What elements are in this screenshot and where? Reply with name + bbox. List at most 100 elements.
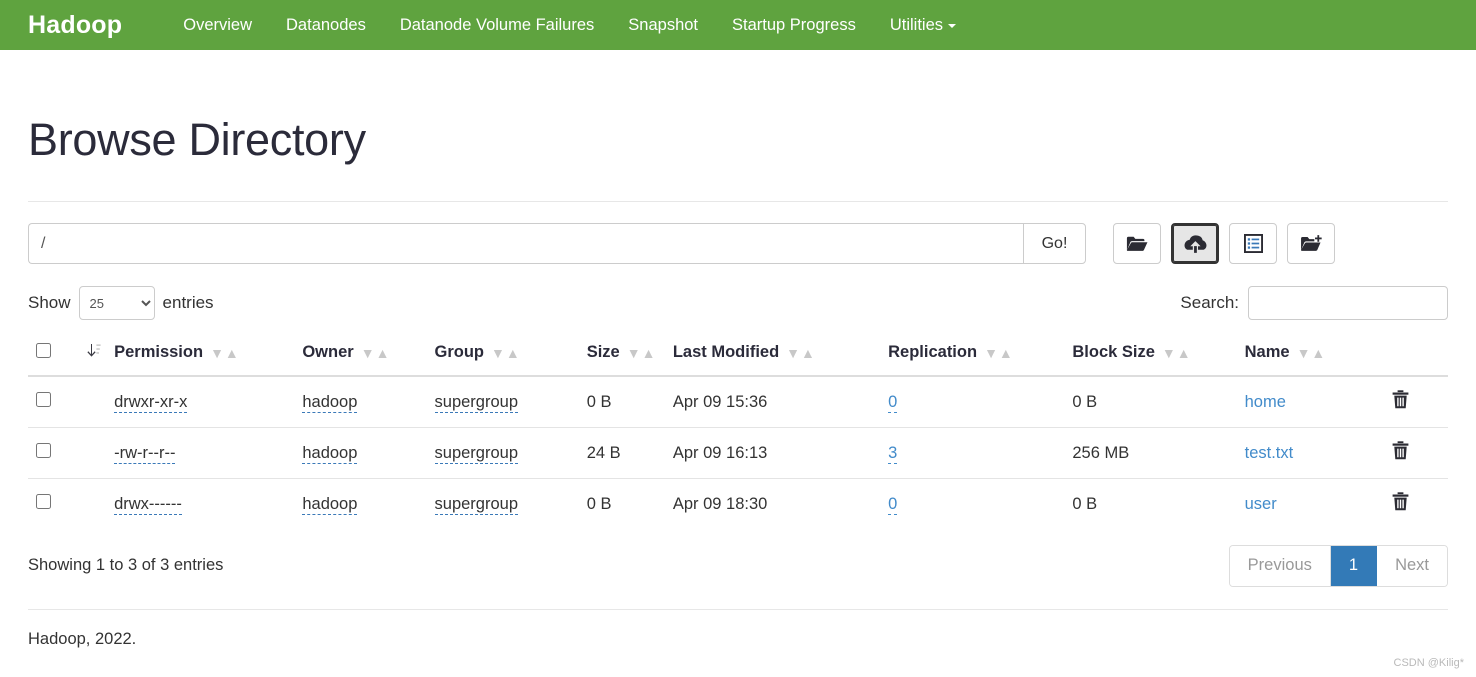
- page-root: Hadoop Overview Datanodes Datanode Volum…: [0, 0, 1476, 677]
- cell-name: user: [1236, 478, 1372, 530]
- sort-both-icon: ▼▲: [1161, 345, 1191, 362]
- permission-value[interactable]: -rw-r--r--: [114, 443, 176, 464]
- column-header-block-size[interactable]: Block Size ▼▲: [1064, 334, 1237, 378]
- upload-button[interactable]: [1171, 223, 1219, 265]
- sort-both-icon: ▼▲: [210, 345, 239, 362]
- file-name-link[interactable]: user: [1245, 495, 1277, 513]
- file-name-link[interactable]: home: [1245, 393, 1286, 411]
- footer-divider: [28, 608, 1448, 610]
- path-toolbar: Go!: [28, 223, 1448, 265]
- nav-item-datanodes[interactable]: Datanodes: [269, 0, 383, 50]
- owner-value[interactable]: hadoop: [302, 392, 358, 413]
- delete-row-button[interactable]: [1392, 441, 1409, 460]
- cell-last-modified: Apr 09 15:36: [672, 392, 768, 411]
- replication-value[interactable]: 0: [888, 392, 898, 413]
- new-folder-button[interactable]: [1287, 223, 1335, 265]
- cell-permission: drwx------: [106, 478, 295, 530]
- directory-table: Permission ▼▲ Owner ▼▲ Group ▼▲ Size ▼▲ Last…: [28, 334, 1448, 530]
- list-view-icon: [1243, 234, 1263, 254]
- table-header: Permission ▼▲ Owner ▼▲ Group ▼▲ Size ▼▲ Last…: [28, 334, 1448, 378]
- cell-owner: hadoop: [294, 478, 427, 530]
- nav-item-snapshot[interactable]: Snapshot: [611, 0, 715, 50]
- cell-size: 0 B: [586, 392, 612, 411]
- search-control: Search:: [1180, 286, 1448, 321]
- row-select-cell: [28, 478, 69, 530]
- file-name-link[interactable]: test.txt: [1245, 444, 1294, 462]
- copyright-text: Hadoop, 2022.: [28, 629, 137, 648]
- column-header-group[interactable]: Group ▼▲: [426, 334, 579, 378]
- cell-permission: drwxr-xr-x: [106, 376, 294, 428]
- open-folder-button[interactable]: [1113, 223, 1161, 265]
- permission-value[interactable]: drwxr-xr-x: [114, 392, 188, 413]
- select-all-header: [28, 334, 69, 378]
- pagination-next[interactable]: Next: [1377, 546, 1447, 586]
- nav-item-utilities[interactable]: Utilities: [873, 0, 973, 50]
- nav-item-startup-progress[interactable]: Startup Progress: [715, 0, 873, 50]
- column-header-name[interactable]: Name ▼▲: [1236, 334, 1372, 378]
- pagination-page-1[interactable]: 1: [1330, 546, 1378, 586]
- sort-order-header[interactable]: [68, 334, 107, 378]
- cell-delete: [1371, 427, 1448, 479]
- watermark: CSDN @Kilig*: [1393, 657, 1464, 669]
- table-controls: Show 25 50 100 entries Search:: [28, 286, 1448, 321]
- delete-row-button[interactable]: [1392, 492, 1409, 511]
- select-all-checkbox[interactable]: [36, 343, 51, 359]
- cell-size: 24 B: [578, 427, 665, 479]
- group-value[interactable]: supergroup: [434, 494, 518, 515]
- nav-item-overview[interactable]: Overview: [166, 0, 269, 50]
- cell-block-size: 256 MB: [1064, 427, 1237, 479]
- column-label: Owner: [302, 343, 354, 362]
- search-input[interactable]: [1248, 286, 1448, 321]
- replication-value[interactable]: 0: [888, 494, 898, 515]
- sort-both-icon: ▼▲: [984, 345, 1013, 362]
- pagination-previous[interactable]: Previous: [1229, 546, 1331, 586]
- table-row: drwxr-xr-x hadoop supergroup 0 B Apr 09 …: [28, 376, 1448, 428]
- row-checkbox[interactable]: [36, 494, 51, 510]
- main-container: Browse Directory Go!: [0, 116, 1476, 649]
- row-select-cell: [28, 376, 68, 428]
- cell-replication: 0: [880, 376, 1064, 428]
- group-value[interactable]: supergroup: [434, 392, 518, 413]
- show-label: Show: [28, 293, 71, 313]
- row-checkbox[interactable]: [36, 443, 51, 459]
- cell-size: 0 B: [578, 478, 665, 530]
- group-value[interactable]: supergroup: [434, 443, 518, 464]
- cell-block-size: 0 B: [1072, 392, 1098, 411]
- cell-owner: hadoop: [294, 427, 427, 479]
- cell-group: supergroup: [426, 427, 579, 479]
- trash-icon: [1392, 492, 1409, 514]
- sort-both-icon: ▼▲: [626, 345, 656, 362]
- owner-value[interactable]: hadoop: [302, 443, 358, 464]
- brand-logo[interactable]: Hadoop: [28, 0, 122, 50]
- column-label: Permission: [114, 343, 204, 362]
- cell-name: test.txt: [1236, 427, 1372, 479]
- column-header-last-modified[interactable]: Last Modified ▼▲: [664, 334, 881, 378]
- delete-row-button[interactable]: [1392, 390, 1409, 409]
- cell-replication: 3: [880, 427, 1065, 479]
- cell-group: supergroup: [427, 376, 579, 428]
- table-row: drwx------ hadoop supergroup 0 B Apr 09 …: [28, 478, 1448, 530]
- permission-value[interactable]: drwx------: [114, 494, 182, 515]
- go-button[interactable]: Go!: [1023, 223, 1086, 265]
- column-label: Last Modified: [672, 343, 780, 362]
- cell-permission: -rw-r--r--: [106, 427, 295, 479]
- column-header-replication[interactable]: Replication ▼▲: [880, 334, 1065, 378]
- owner-value[interactable]: hadoop: [302, 494, 358, 515]
- directory-path-input[interactable]: [28, 223, 1023, 265]
- page-length-select[interactable]: 25 50 100: [78, 286, 155, 321]
- column-header-size[interactable]: Size ▼▲: [578, 334, 665, 378]
- nav-item-utilities-label: Utilities: [889, 16, 944, 34]
- table-body: drwxr-xr-x hadoop supergroup 0 B Apr 09 …: [28, 376, 1448, 530]
- list-view-button[interactable]: [1229, 223, 1277, 265]
- pagination: Previous 1 Next: [1228, 545, 1448, 587]
- sort-both-icon: ▼▲: [360, 345, 390, 362]
- nav-item-datanode-volume-failures[interactable]: Datanode Volume Failures: [383, 0, 611, 50]
- column-header-permission[interactable]: Permission ▼▲: [106, 334, 295, 378]
- entries-label: entries: [162, 293, 214, 313]
- row-checkbox[interactable]: [36, 392, 51, 408]
- sort-both-icon: ▼▲: [1296, 345, 1326, 362]
- row-spacer-cell: [68, 478, 107, 530]
- column-header-owner[interactable]: Owner ▼▲: [294, 334, 427, 378]
- column-header-actions: [1371, 334, 1448, 378]
- replication-value[interactable]: 3: [888, 443, 898, 464]
